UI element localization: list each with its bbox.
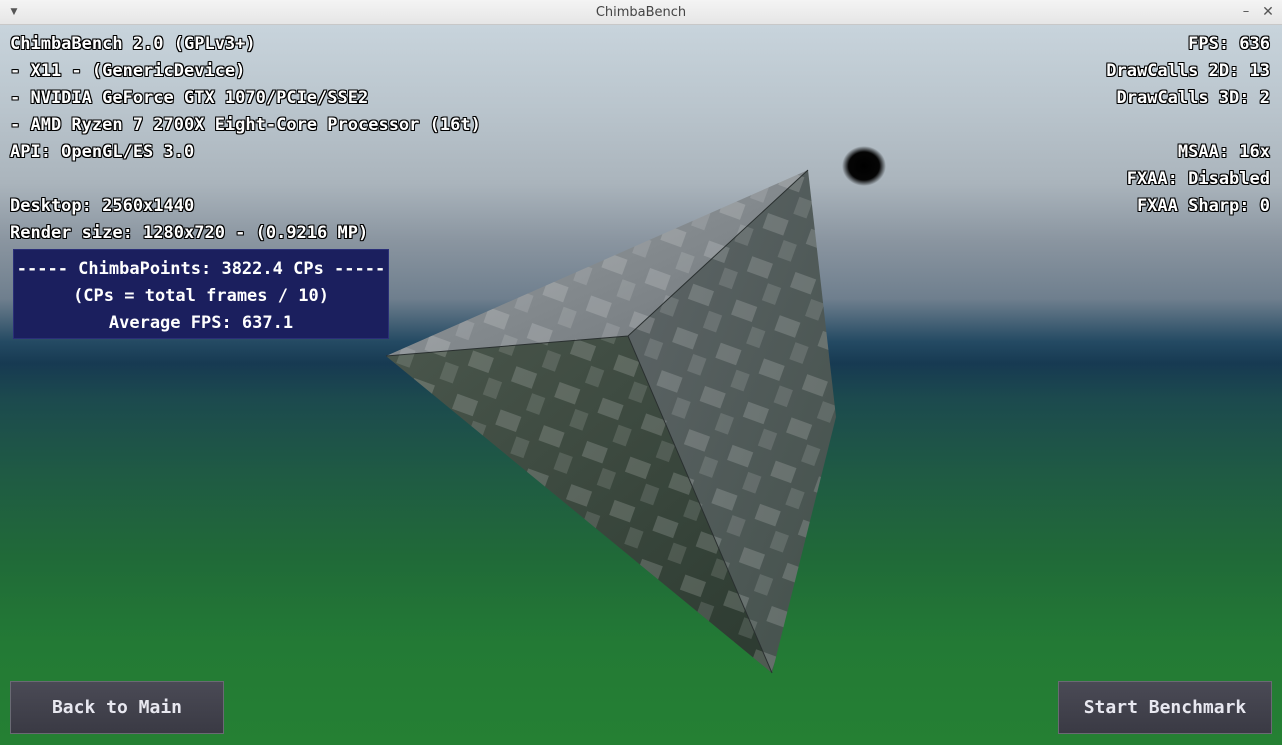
- title-bar[interactable]: ▼ ChimbaBench – ✕: [0, 0, 1282, 25]
- hud-drawcalls-3d: DrawCalls 3D: 2: [1116, 88, 1270, 108]
- hud-gpu: - NVIDIA GeForce GTX 1070/PCIe/SSE2: [10, 88, 369, 108]
- window-title: ChimbaBench: [595, 5, 687, 20]
- rotating-cube: [385, 169, 836, 674]
- hud-desktop-resolution: Desktop: 2560x1440: [10, 196, 195, 216]
- hud-render-size: Render size: 1280x720 - (0.9216 MP): [10, 223, 369, 243]
- score-line: ----- ChimbaPoints: 3822.4 CPs -----: [16, 259, 386, 279]
- app-window: ▼ ChimbaBench – ✕ ChimbaBench 2.0 (GPLv3…: [0, 0, 1282, 745]
- score-panel: ----- ChimbaPoints: 3822.4 CPs ----- (CP…: [13, 249, 389, 339]
- hud-fxaa: FXAA: Disabled: [1126, 169, 1270, 189]
- hud-drawcalls-2d: DrawCalls 2D: 13: [1106, 61, 1270, 81]
- hud-msaa: MSAA: 16x: [1177, 142, 1270, 162]
- render-viewport: ChimbaBench 2.0 (GPLv3+) - X11 - (Generi…: [0, 25, 1282, 745]
- score-formula: (CPs = total frames / 10): [73, 286, 329, 306]
- minimize-icon[interactable]: –: [1236, 2, 1256, 22]
- hud-platform: - X11 - (GenericDevice): [10, 61, 246, 81]
- close-icon[interactable]: ✕: [1258, 2, 1278, 22]
- hud-app-version: ChimbaBench 2.0 (GPLv3+): [10, 34, 256, 54]
- start-benchmark-button[interactable]: Start Benchmark: [1058, 681, 1272, 734]
- average-fps: Average FPS: 637.1: [108, 313, 294, 333]
- dark-sphere: [842, 146, 886, 186]
- hud-fxaa-sharp: FXAA Sharp: 0: [1136, 196, 1270, 216]
- hud-cpu: - AMD Ryzen 7 2700X Eight-Core Processor…: [10, 115, 481, 135]
- hud-api: API: OpenGL/ES 3.0: [10, 142, 195, 162]
- hud-fps: FPS: 636: [1188, 34, 1270, 54]
- back-to-main-button[interactable]: Back to Main: [10, 681, 224, 734]
